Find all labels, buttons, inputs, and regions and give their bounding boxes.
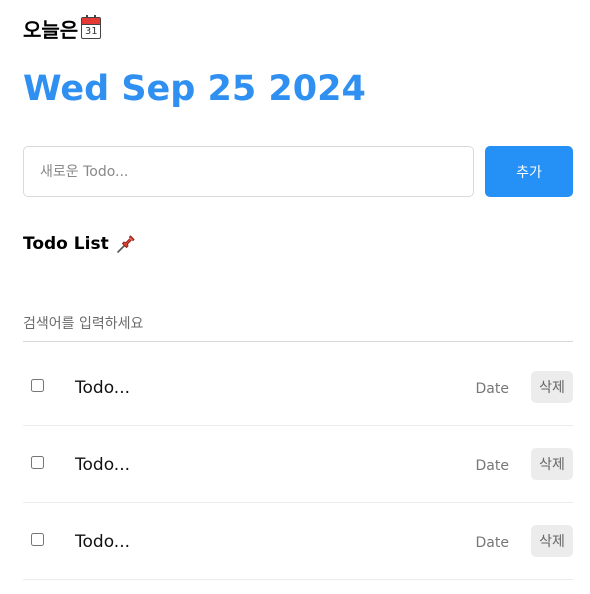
- todo-item: Todo... Date 삭제: [23, 426, 573, 503]
- todo-content: Todo...: [75, 378, 131, 398]
- header-label: 오늘은 31: [23, 14, 102, 42]
- todo-content: Todo...: [75, 532, 131, 552]
- todo-item: Todo... Date 삭제: [23, 349, 573, 426]
- delete-button[interactable]: 삭제: [531, 448, 573, 480]
- todo-checkbox[interactable]: [31, 533, 44, 546]
- new-todo-input[interactable]: [23, 146, 474, 197]
- todo-date: Date: [475, 381, 509, 397]
- search-input[interactable]: [23, 306, 573, 342]
- todo-content: Todo...: [75, 455, 131, 475]
- todo-date: Date: [475, 535, 509, 551]
- calendar-icon-number: 31: [85, 26, 98, 37]
- header-text: 오늘은: [23, 17, 79, 42]
- todo-date: Date: [475, 458, 509, 474]
- todo-item: Todo... Date 삭제: [23, 503, 573, 580]
- todo-checkbox[interactable]: [31, 456, 44, 469]
- date-title: Wed Sep 25 2024: [23, 69, 366, 109]
- delete-button[interactable]: 삭제: [531, 371, 573, 403]
- add-button[interactable]: 추가: [485, 146, 573, 197]
- todo-checkbox[interactable]: [31, 379, 44, 392]
- list-title: Todo List: [23, 232, 137, 256]
- todo-list: Todo... Date 삭제 Todo... Date 삭제 Todo... …: [23, 349, 573, 580]
- pushpin-icon: [116, 235, 135, 253]
- calendar-icon: 31: [81, 15, 102, 39]
- delete-button[interactable]: 삭제: [531, 525, 573, 557]
- list-title-text: Todo List: [23, 234, 109, 254]
